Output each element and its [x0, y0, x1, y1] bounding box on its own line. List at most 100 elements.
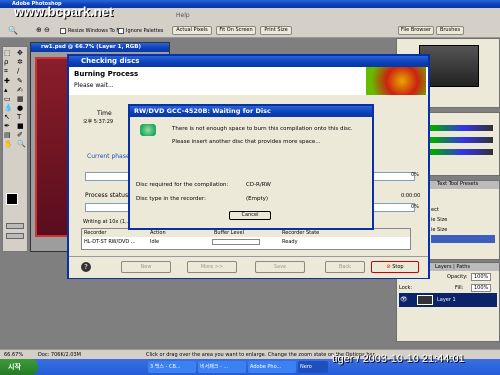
- more-label: More >>: [200, 264, 224, 270]
- history-brush-icon[interactable]: ✍: [17, 86, 29, 94]
- save-button[interactable]: Save: [255, 261, 305, 273]
- zoom-icon[interactable]: 🔍: [17, 140, 29, 148]
- move-tool-icon[interactable]: ✥: [17, 49, 29, 57]
- stamp-tool-icon[interactable]: ▴: [4, 86, 16, 94]
- path-tool-icon[interactable]: ↖: [4, 113, 16, 121]
- back-label: Back: [338, 264, 352, 270]
- current-phase-label: Current phase: [87, 153, 130, 160]
- taskbar: 시작 3 백스 - CB... 비서패크 - ... Adobe Pho... …: [0, 353, 500, 375]
- print-size-button[interactable]: Print Size: [260, 26, 292, 35]
- gradient-tool-icon[interactable]: ▦: [17, 95, 29, 103]
- blur-tool-icon[interactable]: 💧: [4, 104, 16, 112]
- fit-on-screen-button[interactable]: Fit On Screen: [216, 26, 256, 35]
- taskbar-item[interactable]: Nero: [298, 361, 328, 373]
- new-label: New: [140, 264, 152, 270]
- progress1-value: 0%: [411, 172, 419, 178]
- watermark: www.bcpark.net: [14, 4, 114, 19]
- nero-button-bar: ? New More >> Save Back ⊘ Stop: [69, 256, 428, 278]
- zoom-tool-icon[interactable]: 🔍: [8, 26, 18, 35]
- nero-header: Burning Process Please wait...: [69, 67, 428, 95]
- process-status-label: Process status: [85, 192, 129, 199]
- toolbox: ⬚ ✥ ρ ✲ ⌗ ∕ ✚ ✎ ▴ ✍ ▭ ▦ 💧 ● ↖ T ✒ ■ ▤ ✐ ✋ 🔍: [2, 46, 28, 252]
- recorder-action: Idle: [150, 239, 160, 245]
- hand-tool-icon[interactable]: ✋: [4, 140, 16, 148]
- nero-title-bar: Checking discs: [69, 56, 428, 67]
- writing-at-text: Writing at 10x (1,...: [83, 219, 132, 225]
- table-row[interactable]: HL-DT-ST RW/DVD ... Idle Ready: [82, 237, 410, 247]
- eraser-tool-icon[interactable]: ▭: [4, 95, 16, 103]
- disc-type-label: Disc type in the recorder:: [136, 196, 206, 202]
- time-header: Time: [97, 110, 112, 117]
- notes-tool-icon[interactable]: ▤: [4, 131, 16, 139]
- taskbar-item[interactable]: 3 백스 - CB...: [148, 361, 196, 373]
- document-canvas[interactable]: [35, 57, 69, 237]
- stop-label: Stop: [392, 264, 404, 270]
- zoom-in-icon[interactable]: ⊕: [36, 26, 42, 34]
- back-button[interactable]: Back: [325, 261, 365, 273]
- time-value: 0:00:00: [401, 193, 421, 199]
- fill-value[interactable]: 100%: [471, 284, 492, 292]
- cancel-button[interactable]: Cancel: [229, 211, 271, 220]
- col-recorder-state[interactable]: Recorder State: [282, 230, 319, 236]
- menu-help[interactable]: Help: [176, 12, 190, 19]
- ignore-palettes-checkbox[interactable]: [118, 28, 124, 34]
- nero-logo-icon: [366, 67, 426, 95]
- col-buffer-level[interactable]: Buffer Level: [214, 230, 244, 236]
- log-time: 오후 5:37:29: [83, 119, 114, 125]
- magic-wand-icon[interactable]: ✲: [17, 58, 29, 66]
- waiting-disc-dialog: RW/DVD GCC-4520B: Waiting for Disc There…: [128, 104, 374, 230]
- slice-tool-icon[interactable]: ∕: [17, 67, 29, 76]
- taskbar-item[interactable]: Adobe Pho...: [248, 361, 296, 373]
- taskbar-item-label: Nero: [300, 364, 312, 370]
- selected-row[interactable]: [431, 235, 495, 243]
- tool-grid: ⬚ ✥ ρ ✲ ⌗ ∕ ✚ ✎ ▴ ✍ ▭ ▦ 💧 ● ↖ T ✒ ■ ▤ ✐ ✋ 🔍: [3, 47, 27, 150]
- disc-icon: [140, 124, 156, 136]
- disc-required-label: Disc required for the compilation:: [136, 182, 229, 188]
- brush-tool-icon[interactable]: ✎: [17, 77, 29, 85]
- shape-tool-icon[interactable]: ■: [17, 122, 29, 130]
- disc-type-value: (Empty): [246, 196, 269, 202]
- help-icon[interactable]: ?: [81, 262, 91, 272]
- layer-row[interactable]: 👁 Layer 1: [399, 293, 497, 307]
- paths-tab[interactable]: Paths: [456, 264, 470, 270]
- eye-icon[interactable]: 👁: [400, 296, 408, 303]
- buffer-level-bar: [212, 239, 260, 245]
- nero-title: Checking discs: [81, 57, 140, 65]
- brushes-tab[interactable]: Brushes: [436, 26, 464, 35]
- dialog-title-bar: RW/DVD GCC-4520B: Waiting for Disc: [130, 106, 372, 117]
- doc-title-text: rw1.psd @ 66.7% (Layer 1, RGB): [41, 44, 141, 50]
- actual-pixels-button[interactable]: Actual Pixels: [172, 26, 212, 35]
- foreground-color-swatch[interactable]: [6, 193, 18, 205]
- fill-label: Fill:: [455, 285, 464, 291]
- layer-label-2: ie Size: [431, 217, 448, 223]
- lasso-tool-icon[interactable]: ρ: [4, 58, 16, 66]
- zoom-out-icon[interactable]: ⊖: [44, 26, 50, 34]
- taskbar-item[interactable]: 비서패크 - ...: [198, 361, 246, 373]
- options-bar: 🔍 ⊕ ⊖ Resize Windows To Fit Ignore Palet…: [0, 24, 500, 38]
- layer-label-3: ie Size: [431, 227, 448, 233]
- quickmask-icon[interactable]: [6, 223, 24, 229]
- pen-tool-icon[interactable]: ✒: [4, 122, 16, 130]
- recorder-state: Ready: [282, 239, 298, 245]
- heal-tool-icon[interactable]: ✚: [4, 77, 16, 85]
- eyedropper-icon[interactable]: ✐: [17, 131, 29, 139]
- stop-button[interactable]: ⊘ Stop: [371, 261, 419, 273]
- start-button[interactable]: 시작: [0, 359, 38, 375]
- new-button[interactable]: New: [121, 261, 171, 273]
- taskbar-item-label: Adobe Pho...: [250, 364, 282, 370]
- marquee-tool-icon[interactable]: ⬚: [4, 49, 16, 57]
- resize-windows-checkbox[interactable]: [60, 28, 66, 34]
- disc-required-value: CD-R/RW: [246, 182, 271, 188]
- dodge-tool-icon[interactable]: ●: [17, 104, 29, 112]
- stop-icon: ⊘: [386, 264, 391, 270]
- dialog-message-2: Please insert another disc that provides…: [172, 139, 321, 145]
- more-button[interactable]: More >>: [187, 261, 237, 273]
- crop-tool-icon[interactable]: ⌗: [4, 67, 16, 76]
- type-tool-icon[interactable]: T: [17, 113, 29, 121]
- col-recorder[interactable]: Recorder: [84, 230, 106, 236]
- opacity-value[interactable]: 100%: [471, 273, 492, 281]
- col-action[interactable]: Action: [150, 230, 166, 236]
- screenmode-icon[interactable]: [6, 233, 24, 239]
- file-browser-tab[interactable]: File Browser: [398, 26, 434, 35]
- layers-tab[interactable]: Layers: [435, 264, 452, 270]
